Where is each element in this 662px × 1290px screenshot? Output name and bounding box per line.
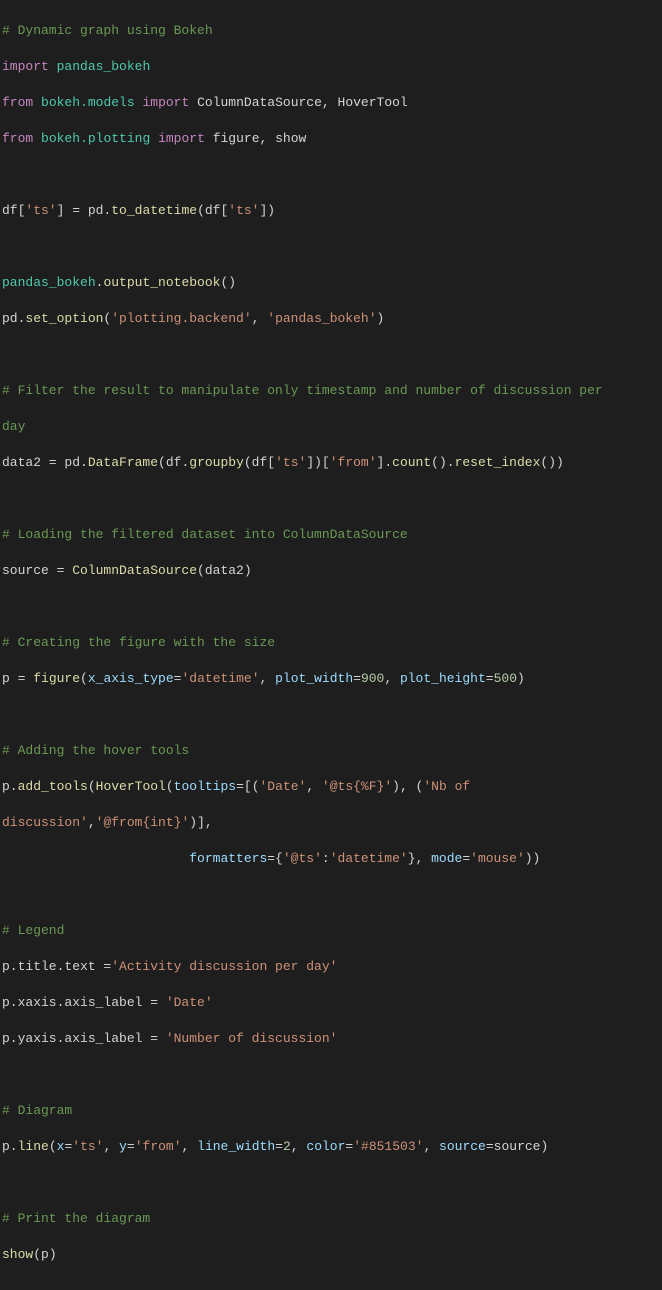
comment: # Loading the filtered dataset into Colu… <box>2 527 408 542</box>
blank-line <box>0 166 662 184</box>
comment: # Print the diagram <box>2 1211 150 1226</box>
code-line: # Adding the hover tools <box>0 742 662 760</box>
code-line: p.xaxis.axis_label = 'Date' <box>0 994 662 1012</box>
blank-line <box>0 886 662 904</box>
blank-line <box>0 346 662 364</box>
code-line: show(p) <box>0 1246 662 1264</box>
blank-line <box>0 238 662 256</box>
code-line: discussion','@from{int}')], <box>0 814 662 832</box>
code-line: day <box>0 418 662 436</box>
code-line: # Dynamic graph using Bokeh <box>0 22 662 40</box>
code-line: # Legend <box>0 922 662 940</box>
code-line: import pandas_bokeh <box>0 58 662 76</box>
code-line: source = ColumnDataSource(data2) <box>0 562 662 580</box>
blank-line <box>0 706 662 724</box>
comment: day <box>2 419 25 434</box>
code-line: from bokeh.models import ColumnDataSourc… <box>0 94 662 112</box>
code-line: # Diagram <box>0 1102 662 1120</box>
code-line: pandas_bokeh.output_notebook() <box>0 274 662 292</box>
code-line: from bokeh.plotting import figure, show <box>0 130 662 148</box>
code-line: # Loading the filtered dataset into Colu… <box>0 526 662 544</box>
code-line: # Print the diagram <box>0 1210 662 1228</box>
code-editor[interactable]: # Dynamic graph using Bokeh import panda… <box>0 0 662 1290</box>
comment: # Diagram <box>2 1103 72 1118</box>
code-line: p.yaxis.axis_label = 'Number of discussi… <box>0 1030 662 1048</box>
blank-line <box>0 1174 662 1192</box>
code-line: pd.set_option('plotting.backend', 'panda… <box>0 310 662 328</box>
code-line: # Creating the figure with the size <box>0 634 662 652</box>
code-line: # Filter the result to manipulate only t… <box>0 382 662 400</box>
code-line: formatters={'@ts':'datetime'}, mode='mou… <box>0 850 662 868</box>
code-line: df['ts'] = pd.to_datetime(df['ts']) <box>0 202 662 220</box>
code-line: p.add_tools(HoverTool(tooltips=[('Date',… <box>0 778 662 796</box>
comment: # Dynamic graph using Bokeh <box>2 23 213 38</box>
blank-line <box>0 598 662 616</box>
blank-line <box>0 490 662 508</box>
comment: # Filter the result to manipulate only t… <box>2 383 603 398</box>
code-line: p.title.text ='Activity discussion per d… <box>0 958 662 976</box>
comment: # Creating the figure with the size <box>2 635 275 650</box>
code-line: data2 = pd.DataFrame(df.groupby(df['ts']… <box>0 454 662 472</box>
comment: # Legend <box>2 923 64 938</box>
code-line: p.line(x='ts', y='from', line_width=2, c… <box>0 1138 662 1156</box>
blank-line <box>0 1066 662 1084</box>
comment: # Adding the hover tools <box>2 743 189 758</box>
code-line: p = figure(x_axis_type='datetime', plot_… <box>0 670 662 688</box>
